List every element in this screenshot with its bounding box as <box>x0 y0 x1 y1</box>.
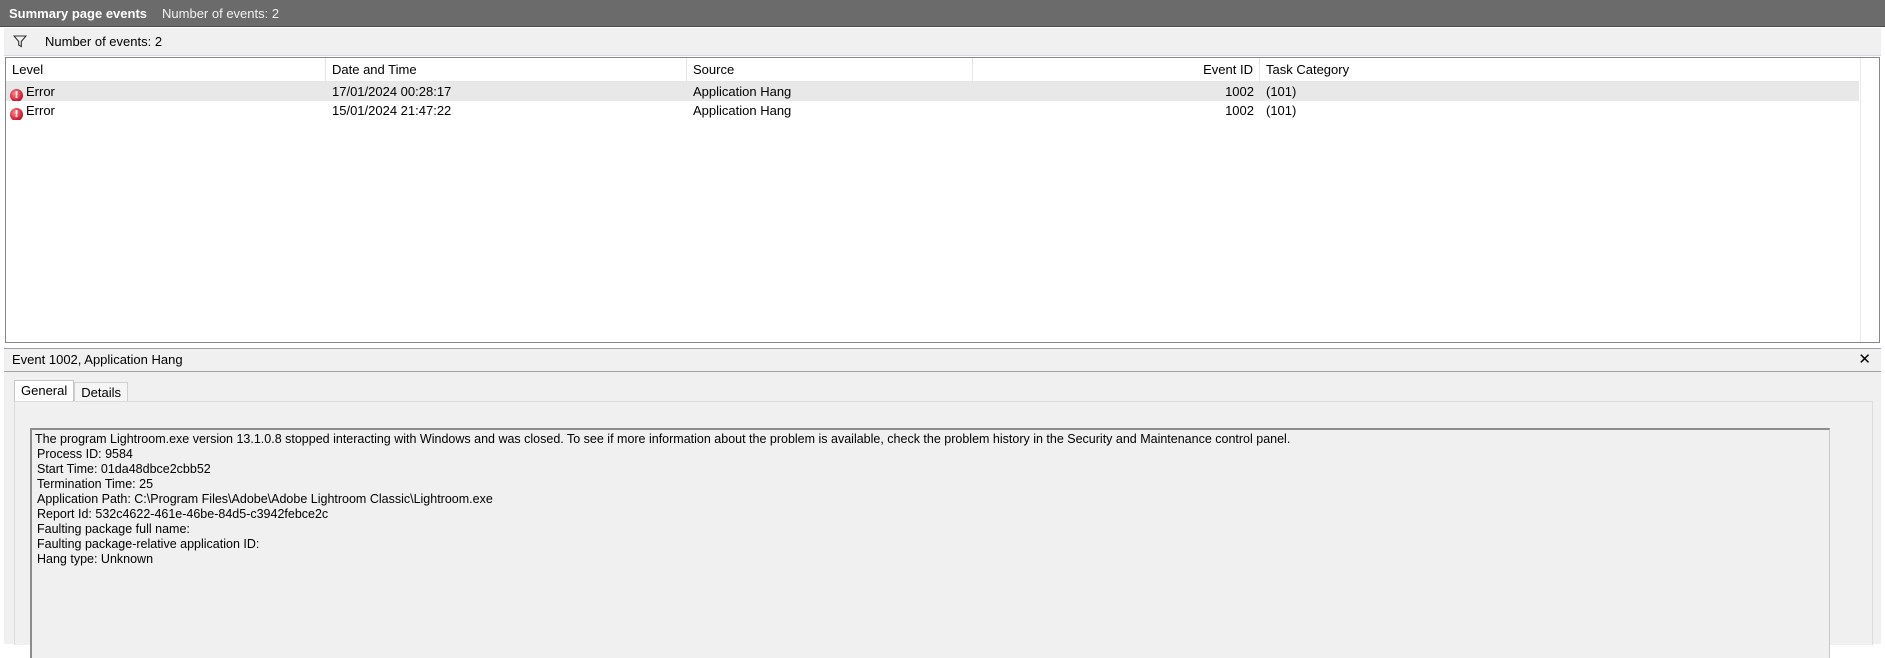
description-line: The program Lightroom.exe version 13.1.0… <box>35 432 1291 446</box>
source-cell: Application Hang <box>693 103 792 118</box>
event-description[interactable]: The program Lightroom.exe version 13.1.0… <box>30 428 1830 658</box>
grid-header: Level Date and Time Source Event ID Task… <box>6 58 1859 82</box>
title-bar: Summary page events Number of events: 2 <box>0 0 1885 27</box>
vertical-scrollbar[interactable] <box>1860 58 1879 342</box>
description-line: Hang type: Unknown <box>37 552 154 566</box>
task-category-cell: (101) <box>1266 84 1297 99</box>
close-icon[interactable]: ✕ <box>1858 349 1871 371</box>
description-line: Start Time: 01da48dbce2cbb52 <box>37 462 211 476</box>
filter-bar: Number of events: 2 <box>4 28 1881 56</box>
event-detail-panel: Event 1002, Application Hang ✕ General D… <box>4 348 1881 658</box>
description-line: Report Id: 532c4622-461e-46be-84d5-c3942… <box>37 507 329 521</box>
source-cell: Application Hang <box>693 84 792 99</box>
table-row[interactable]: ! Error 17/01/2024 00:28:17 Application H… <box>6 82 1859 101</box>
error-icon: ! <box>10 108 23 120</box>
level-text: Error <box>26 103 55 118</box>
detail-title-bar: Event 1002, Application Hang ✕ <box>4 348 1881 372</box>
description-line: Termination Time: 25 <box>37 477 154 491</box>
datetime-cell: 17/01/2024 00:28:17 <box>332 84 452 99</box>
tab-details[interactable]: Details <box>74 382 128 402</box>
tab-general[interactable]: General <box>14 380 75 402</box>
error-icon: ! <box>10 89 23 101</box>
description-line: Application Path: C:\Program Files\Adobe… <box>37 492 493 506</box>
description-line: Faulting package full name: <box>37 522 190 536</box>
events-grid: Level Date and Time Source Event ID Task… <box>5 57 1880 343</box>
column-header-task-category[interactable]: Task Category <box>1260 58 1859 81</box>
event-id-cell: 1002 <box>1225 84 1254 99</box>
event-id-cell: 1002 <box>1225 103 1254 118</box>
column-header-level[interactable]: Level <box>6 58 326 81</box>
description-line: Faulting package-relative application ID… <box>37 537 260 551</box>
title-event-count: Number of events: 2 <box>162 5 280 21</box>
general-tab-body: The program Lightroom.exe version 13.1.0… <box>14 401 1873 658</box>
task-category-cell: (101) <box>1266 103 1297 118</box>
description-line: Process ID: 9584 <box>37 447 133 461</box>
level-cell: ! Error <box>6 101 326 120</box>
detail-title: Event 1002, Application Hang <box>12 352 183 367</box>
event-count-label: Number of events: 2 <box>45 34 163 49</box>
detail-tabs: General Details <box>14 380 128 402</box>
level-text: Error <box>26 84 55 99</box>
filter-icon[interactable] <box>11 33 29 51</box>
column-header-source[interactable]: Source <box>687 58 973 81</box>
level-cell: ! Error <box>6 82 326 101</box>
page-title: Summary page events <box>9 5 148 21</box>
datetime-cell: 15/01/2024 21:47:22 <box>332 103 452 118</box>
column-header-date-time[interactable]: Date and Time <box>326 58 687 81</box>
table-row[interactable]: ! Error 15/01/2024 21:47:22 Application H… <box>6 101 1859 120</box>
column-header-event-id[interactable]: Event ID <box>973 58 1260 81</box>
